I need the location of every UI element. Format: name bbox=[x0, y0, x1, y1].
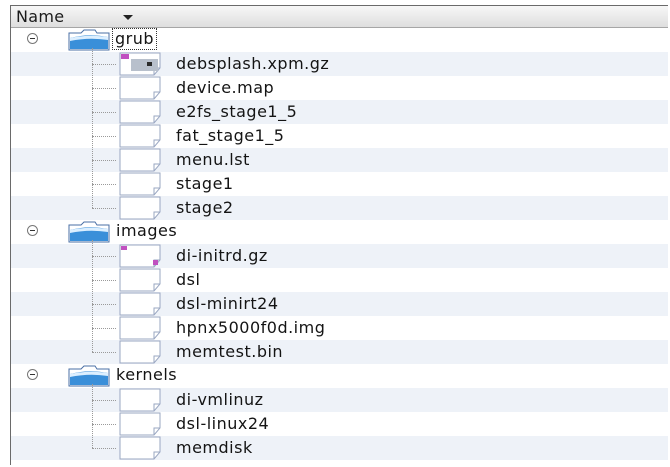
file-label: dsl-minirt24 bbox=[176, 294, 279, 313]
file-icon bbox=[118, 340, 162, 364]
file-icon bbox=[118, 196, 162, 220]
file-label: memdisk bbox=[176, 438, 253, 457]
folder-row-grub[interactable]: grub bbox=[11, 28, 668, 52]
file-row[interactable]: hpnx5000f0d.img bbox=[11, 316, 668, 340]
tree-connector bbox=[92, 48, 93, 208]
file-row[interactable]: stage2 bbox=[11, 196, 668, 220]
file-row[interactable]: e2fs_stage1_5 bbox=[11, 100, 668, 124]
tree-connector bbox=[92, 208, 116, 209]
file-label: dsl bbox=[176, 270, 201, 289]
archive-file-icon bbox=[118, 244, 162, 268]
file-icon bbox=[118, 436, 162, 460]
file-row[interactable]: dsl bbox=[11, 268, 668, 292]
file-icon bbox=[118, 172, 162, 196]
file-icon bbox=[118, 268, 162, 292]
collapse-toggle-icon[interactable] bbox=[27, 33, 38, 44]
tree-connector bbox=[92, 112, 116, 113]
tree-connector bbox=[92, 400, 116, 401]
file-label: debsplash.xpm.gz bbox=[176, 54, 330, 73]
file-row[interactable]: fat_stage1_5 bbox=[11, 124, 668, 148]
folder-icon bbox=[67, 221, 111, 243]
tree-connector bbox=[92, 160, 116, 161]
file-icon bbox=[118, 412, 162, 436]
column-header-name[interactable]: Name bbox=[11, 6, 668, 28]
file-label: menu.lst bbox=[176, 150, 250, 169]
file-label: dsl-linux24 bbox=[176, 414, 270, 433]
tree-connector bbox=[92, 136, 116, 137]
collapse-toggle-icon[interactable] bbox=[27, 225, 38, 236]
folder-label: kernels bbox=[116, 365, 178, 384]
file-label: e2fs_stage1_5 bbox=[176, 102, 298, 121]
folder-row-images[interactable]: images bbox=[11, 220, 668, 244]
tree-connector bbox=[92, 240, 93, 352]
image-file-icon bbox=[118, 52, 162, 76]
file-icon bbox=[118, 76, 162, 100]
tree-connector bbox=[92, 64, 116, 65]
tree-connector bbox=[92, 280, 116, 281]
tree-connector bbox=[92, 304, 116, 305]
file-icon bbox=[118, 292, 162, 316]
file-label: hpnx5000f0d.img bbox=[176, 318, 326, 337]
tree-connector bbox=[92, 352, 116, 353]
folder-label: grub bbox=[111, 28, 158, 50]
file-row[interactable]: debsplash.xpm.gz bbox=[11, 52, 668, 76]
file-row[interactable]: di-vmlinuz bbox=[11, 388, 668, 412]
file-label: device.map bbox=[176, 78, 275, 97]
file-row[interactable]: menu.lst bbox=[11, 148, 668, 172]
folder-label: images bbox=[116, 221, 178, 240]
file-row[interactable]: di-initrd.gz bbox=[11, 244, 668, 268]
folder-row-kernels[interactable]: kernels bbox=[11, 364, 668, 388]
tree-connector bbox=[92, 256, 116, 257]
sort-descending-icon[interactable] bbox=[123, 15, 133, 20]
tree-connector bbox=[92, 384, 93, 448]
file-label: memtest.bin bbox=[176, 342, 284, 361]
tree-connector bbox=[92, 424, 116, 425]
folder-icon bbox=[67, 365, 111, 387]
collapse-toggle-icon[interactable] bbox=[27, 369, 38, 380]
column-header-label: Name bbox=[16, 7, 65, 26]
file-row[interactable]: dsl-linux24 bbox=[11, 412, 668, 436]
file-label: di-vmlinuz bbox=[176, 390, 264, 409]
tree-connector bbox=[92, 448, 116, 449]
file-icon bbox=[118, 124, 162, 148]
file-tree-view[interactable]: Name grub debsplash.xpm.gz device.map e2fs_… bbox=[10, 5, 668, 465]
tree-connector bbox=[92, 184, 116, 185]
file-icon bbox=[118, 148, 162, 172]
file-icon bbox=[118, 388, 162, 412]
file-row[interactable]: device.map bbox=[11, 76, 668, 100]
file-row[interactable]: memdisk bbox=[11, 436, 668, 460]
file-label: di-initrd.gz bbox=[176, 246, 268, 265]
file-icon bbox=[118, 316, 162, 340]
tree-connector bbox=[92, 328, 116, 329]
file-icon bbox=[118, 100, 162, 124]
file-label: fat_stage1_5 bbox=[176, 126, 285, 145]
file-row[interactable]: stage1 bbox=[11, 172, 668, 196]
folder-icon bbox=[67, 29, 111, 51]
file-row[interactable]: dsl-minirt24 bbox=[11, 292, 668, 316]
tree-connector bbox=[92, 88, 116, 89]
file-label: stage1 bbox=[176, 174, 234, 193]
file-label: stage2 bbox=[176, 198, 234, 217]
file-row[interactable]: memtest.bin bbox=[11, 340, 668, 364]
